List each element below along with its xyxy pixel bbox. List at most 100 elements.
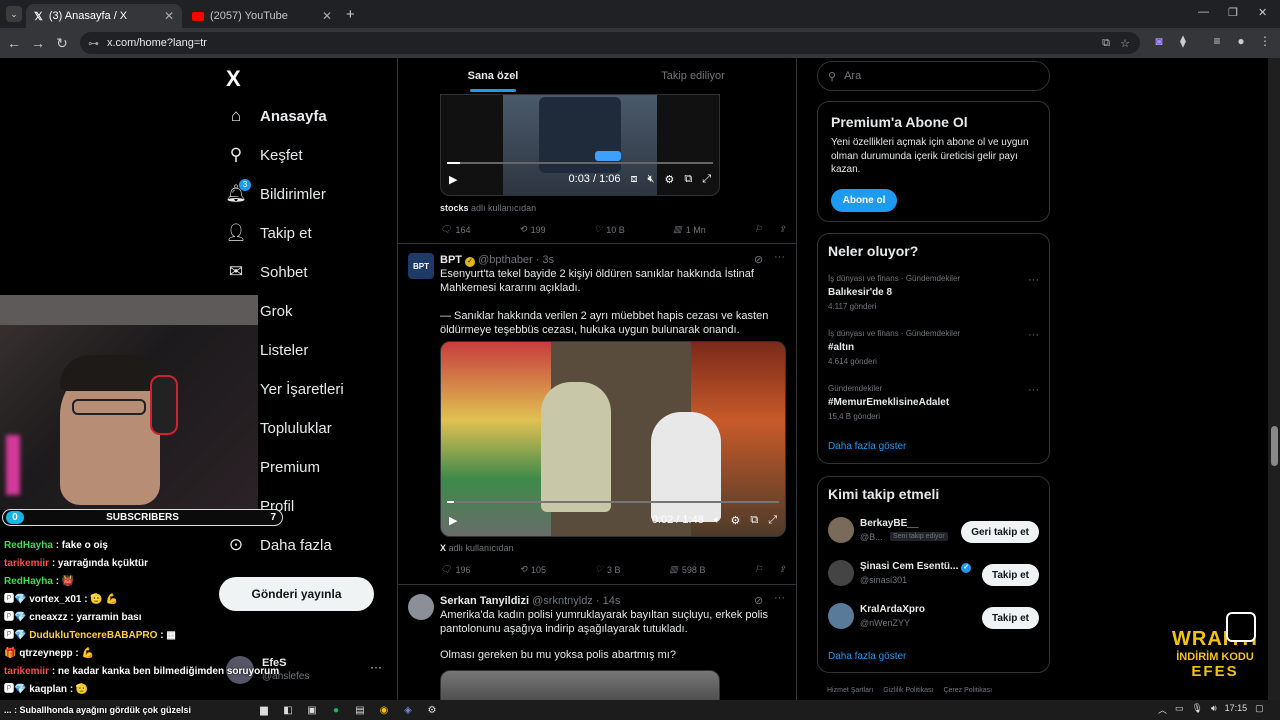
spotify-icon[interactable]: ● <box>326 702 346 718</box>
tweet-stocks[interactable]: ▶ 0:03 / 1:06 ⧈ 🔇︎ ⚙ ⧉ ⤢ stocks adlı kul… <box>398 94 796 244</box>
address-bar[interactable]: ⊶ x.com/home?lang=tr ⧉ ☆ <box>80 32 1140 54</box>
bookmark-star-icon[interactable]: ☆ <box>1120 37 1130 50</box>
settings-app-icon[interactable]: ⚙ <box>422 702 442 718</box>
footer-link[interactable]: Gizlilik Politikası <box>883 687 933 694</box>
fullscreen-icon[interactable]: ⤢ <box>702 173 711 186</box>
chrome-icon[interactable]: ◉ <box>374 702 394 718</box>
share-icon[interactable]: ⇪ <box>778 224 786 235</box>
popout-icon[interactable]: ⧉ <box>750 514 758 527</box>
trend-item[interactable]: İş dünyası ve finans · Gündemdekiler Bal… <box>818 272 1049 324</box>
follow-button[interactable]: Takip et <box>981 564 1039 586</box>
tweet-bpt[interactable]: BPT BPT ✓ @bpthaber · 3s ⊘ ··· Esenyurt'… <box>398 245 796 585</box>
tab-x-home[interactable]: 𝕏 (3) Anasayfa / X ✕ <box>26 4 182 28</box>
follow-button[interactable]: Takip et <box>981 607 1039 629</box>
clock[interactable]: 17:15 <box>1225 703 1248 716</box>
mute-icon[interactable]: 🔈︎ <box>714 514 721 527</box>
site-info-icon[interactable]: ⊶ <box>88 37 99 50</box>
scrollbar-thumb[interactable] <box>1271 426 1278 466</box>
discord-icon[interactable]: ◈ <box>398 702 418 718</box>
author-handle[interactable]: @srkntnyldz <box>532 595 593 607</box>
settings-icon[interactable]: ⚙ <box>664 173 674 186</box>
media-icon[interactable]: ≡ <box>1208 34 1226 52</box>
maximize-icon[interactable]: ❐ <box>1228 6 1238 19</box>
follow-suggestion[interactable]: BerkayBE__ @B... Seni takip ediyor Geri … <box>818 515 1049 549</box>
grok-icon[interactable]: ⊘ <box>754 253 763 266</box>
tweet-serkan[interactable]: Serkan Tanyildizi @srkntnyldz · 14s ⊘ ··… <box>398 586 796 700</box>
minimize-icon[interactable]: — <box>1198 6 1209 18</box>
popout-icon[interactable]: ⧉ <box>684 173 692 186</box>
account-more-icon[interactable]: ··· <box>370 660 382 674</box>
extensions-puzzle-icon[interactable]: ⧫ <box>1174 34 1192 52</box>
notification-center-icon[interactable]: ▢ <box>1255 703 1264 716</box>
tweet-video[interactable]: ▶ 0:03 / 1:06 ⧈ 🔇︎ ⚙ ⧉ ⤢ <box>440 94 720 196</box>
search-input[interactable]: ⚲ Ara <box>817 61 1050 91</box>
settings-icon[interactable]: ⚙ <box>730 514 740 527</box>
network-icon[interactable]: ▭ <box>1175 703 1184 716</box>
trend-more-icon[interactable]: ··· <box>1028 384 1039 396</box>
file-explorer-icon[interactable]: ▆ <box>254 702 274 718</box>
follow-back-button[interactable]: Geri takip et <box>961 521 1039 543</box>
follow-suggestion[interactable]: KralArdaXpro @nWenZYY Takip et <box>818 601 1049 635</box>
captions-icon[interactable]: ⧈ <box>631 173 638 186</box>
grok-icon[interactable]: ⊘ <box>754 594 763 607</box>
avatar[interactable]: BPT <box>408 253 434 279</box>
author-name[interactable]: Serkan Tanyildizi <box>440 595 529 607</box>
sidebar-item-follow[interactable]: 👤︎ Takip et <box>225 223 312 243</box>
trend-more-icon[interactable]: ··· <box>1028 329 1039 341</box>
sidebar-item-messages[interactable]: ✉ Sohbet <box>226 262 308 282</box>
app-icon[interactable]: ▤ <box>350 702 370 718</box>
tweet-time[interactable]: · 3s <box>536 254 554 266</box>
tweet-media[interactable] <box>440 670 720 700</box>
bookmark-button[interactable]: ⚐ ⇪ <box>754 224 786 235</box>
tab-youtube[interactable]: (2057) YouTube ✕ <box>184 4 340 28</box>
page-scrollbar[interactable] <box>1268 58 1280 700</box>
credit-user[interactable]: X <box>440 543 446 553</box>
sidebar-item-notifications[interactable]: 🔔︎ 3 Bildirimler <box>225 179 326 204</box>
reload-icon[interactable]: ↻ <box>50 35 74 52</box>
outlook-icon[interactable]: ◧ <box>278 702 298 718</box>
fullscreen-icon[interactable]: ⤢ <box>768 514 777 527</box>
store-icon[interactable]: ▣ <box>302 702 322 718</box>
repost-button[interactable]: ⟲ 105 <box>519 564 546 575</box>
like-button[interactable]: ♡ 3 B <box>595 564 621 575</box>
tweet-more-icon[interactable]: ··· <box>774 592 785 604</box>
sidebar-item-home[interactable]: ⌂ Anasayfa <box>226 106 327 126</box>
footer-link[interactable]: Hizmet Şartları <box>827 687 873 694</box>
close-tab-icon[interactable]: ✕ <box>164 9 174 23</box>
tray-overflow-icon[interactable]: ︿ <box>1158 703 1167 716</box>
like-button[interactable]: ♡ 10 B <box>594 224 625 235</box>
close-tab-icon[interactable]: ✕ <box>322 9 332 23</box>
volume-icon[interactable]: 🔊︎ <box>1211 703 1217 716</box>
trend-item[interactable]: İş dünyası ve finans · Gündemdekiler #al… <box>818 327 1049 379</box>
tweet-video[interactable]: ▶ 0:02 / 1:48 🔈︎ ⚙ ⧉ ⤢ <box>440 341 786 537</box>
menu-kebab-icon[interactable]: ⋮ <box>1256 34 1274 52</box>
subscribe-button[interactable]: Abone ol <box>831 189 897 212</box>
play-icon[interactable]: ▶ <box>449 514 457 527</box>
mute-icon[interactable]: 🔇︎ <box>648 173 655 186</box>
footer-link[interactable]: Çerez Politikası <box>943 687 992 694</box>
views-button[interactable]: ▥ 598 B <box>669 564 705 575</box>
credit-user[interactable]: stocks <box>440 203 469 213</box>
play-icon[interactable]: ▶ <box>449 173 457 186</box>
tweet-more-icon[interactable]: ··· <box>774 251 785 263</box>
trend-more-icon[interactable]: ··· <box>1028 274 1039 286</box>
show-more-trends-link[interactable]: Daha fazla göster <box>828 441 906 452</box>
tab-for-you[interactable]: Sana özel <box>398 58 588 94</box>
video-progress-track[interactable] <box>447 501 779 503</box>
author-handle[interactable]: @bpthaber <box>478 254 533 266</box>
back-icon[interactable]: ← <box>2 35 26 51</box>
repost-button[interactable]: ⟲ 199 <box>519 224 546 235</box>
author-name[interactable]: BPT <box>440 254 462 266</box>
forward-icon[interactable]: → <box>26 35 50 51</box>
extension-icon[interactable]: ◙ <box>1150 34 1168 52</box>
install-icon[interactable]: ⧉ <box>1102 37 1110 50</box>
new-tab-button[interactable]: + <box>346 6 355 23</box>
profile-avatar-icon[interactable]: ● <box>1232 34 1250 52</box>
share-icon[interactable]: ⇪ <box>778 564 786 575</box>
trend-item[interactable]: Gündemdekiler #MemurEmeklisineAdalet 15,… <box>818 382 1049 434</box>
avatar[interactable] <box>408 594 434 620</box>
tweet-time[interactable]: · 14s <box>596 595 620 607</box>
window-close-icon[interactable]: ✕ <box>1258 6 1267 19</box>
reply-button[interactable]: 🗨︎ 196 <box>440 564 470 575</box>
reply-button[interactable]: 🗨︎ 164 <box>440 224 470 235</box>
